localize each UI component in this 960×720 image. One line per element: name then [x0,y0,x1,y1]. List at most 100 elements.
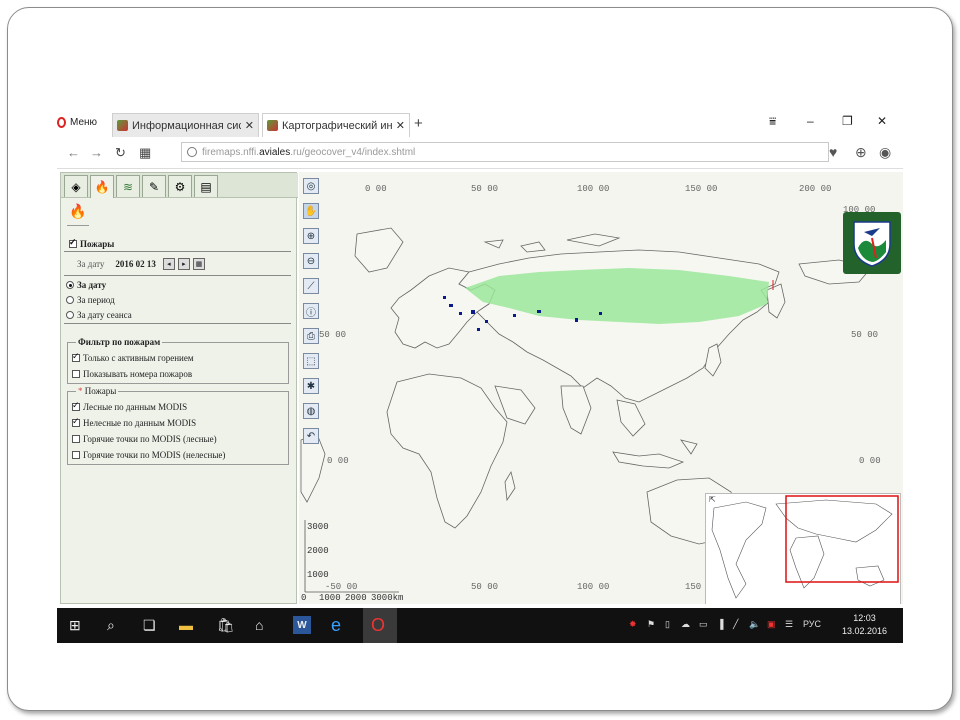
tab-settings[interactable]: ⚙ [168,175,192,197]
tab-layers[interactable]: ◈ [64,175,88,197]
lon-label: 200 00 [799,184,832,194]
volume-icon[interactable]: 🔈 [749,619,760,630]
layers-pin-icon[interactable]: ✱ [303,378,319,394]
layer-hotspots-nonforest[interactable]: Горячие точки по MODIS (нелесные) [72,450,225,460]
mode-radio[interactable] [66,296,74,304]
close-window-button[interactable]: ✕ [877,114,887,128]
tray-flag-icon[interactable]: ⚑ [647,619,655,630]
tray-cloud-icon[interactable]: ☁ [681,619,690,630]
search-icon[interactable]: ⌕ [107,616,115,634]
url-suffix: .ru/geocover_v4/index.shtml [290,146,416,158]
windows-taskbar: ⊞ ⌕ ❏ ▬ 🛍 ⌂ W e O ✸ ⚑ ▯ ☁ ▭ ▐ ╱ 🔈 ▣ ☰ РУ… [57,608,903,643]
edge-icon[interactable]: e [331,615,341,635]
overview-map[interactable]: ⇱ [705,493,901,604]
file-explorer-icon[interactable]: ▬ [179,616,193,634]
tab-strip: Меню Информационная систе ✕ Картографиче… [57,110,903,137]
filter-active-burning[interactable]: Только с активным горением [72,351,194,363]
fires-toggle[interactable]: Пожары [69,237,114,249]
new-tab-button[interactable]: + [414,115,423,132]
layer-forest-modis[interactable]: Лесные по данным MODIS [72,400,187,412]
pan-hand-icon[interactable]: ✋ [303,203,319,219]
tray-network-icon[interactable]: ▐ [717,619,723,629]
date-value[interactable]: 2016 02 13 [115,259,156,269]
minimize-button[interactable]: – [807,114,814,128]
lat-label: 50 00 [851,330,879,340]
tray-antivirus-icon[interactable]: ▣ [767,619,776,630]
layer-nonforest-modis[interactable]: Нелесные по данным MODIS [72,416,196,428]
mode-by-period[interactable]: За период [66,295,115,305]
tray-usb-icon[interactable]: ▯ [665,619,670,630]
filter-checkbox[interactable] [72,370,80,378]
language-indicator[interactable]: РУС [803,619,821,629]
tab-stack[interactable]: ≋ [116,175,140,197]
home-icon[interactable]: ⌂ [255,616,263,634]
tray-signal-icon[interactable]: ╱ [733,619,738,630]
tab-close-icon[interactable]: ✕ [245,119,254,132]
wrench-icon: ✎ [148,179,160,194]
select-area-icon[interactable]: ⬚ [303,353,319,369]
fire-icon: 🔥 [94,180,110,194]
zoom-all-icon[interactable]: ◎ [303,178,319,194]
mode-label: За период [77,295,115,305]
map-toolbar: ◎ ✋ ⊕ ⊖ ⟋ ⓘ ⎙ ⬚ ✱ ◍ ↶ [303,178,321,453]
lon-label: 50 00 [471,184,499,194]
bookmark-heart-icon[interactable]: ♥ [829,144,837,160]
tab-map-interface[interactable]: Картографический интер ✕ [262,113,410,137]
filter-checkbox[interactable] [72,351,80,362]
scale-tick: 3000km [371,593,404,603]
filter-show-numbers[interactable]: Показывать номера пожаров [72,369,192,379]
print-icon[interactable]: ⎙ [303,328,319,344]
word-icon[interactable]: W [293,616,311,634]
calendar-icon[interactable]: ▦ [192,258,205,270]
task-view-icon[interactable]: ❏ [143,616,156,634]
download-icon[interactable]: ⊕ [855,144,867,161]
opera-icon[interactable]: O [371,615,385,635]
tab-close-icon[interactable]: ✕ [396,119,405,132]
mode-radio[interactable] [66,281,74,289]
next-date-icon[interactable]: ▸ [177,258,190,270]
account-icon[interactable]: ◉ [879,144,891,161]
tab-menu-icon[interactable]: ⩸ [769,114,776,129]
map-canvas[interactable]: ◎ ✋ ⊕ ⊖ ⟋ ⓘ ⎙ ⬚ ✱ ◍ ↶ 0 00 50 00 100 00 … [299,172,903,604]
reload-icon[interactable]: ↻ [115,145,126,161]
divider [64,275,291,276]
layer-hotspots-forest[interactable]: Горячие точки по MODIS (лесные) [72,434,217,444]
tray-monitor-icon[interactable]: ▭ [699,619,708,630]
fire-filter-group: Фильтр по пожарам Только с активным горе… [67,337,289,384]
back-icon[interactable]: ← [67,145,80,160]
undo-icon[interactable]: ↶ [303,428,319,444]
mode-by-session[interactable]: За дату сеанса [66,310,132,320]
layer-checkbox[interactable] [72,451,80,459]
zoom-out-icon[interactable]: ⊖ [303,253,319,269]
info-icon[interactable]: ⓘ [303,303,319,319]
fires-checkbox[interactable] [69,237,77,248]
layer-checkbox[interactable] [72,435,80,443]
table-icon: ▤ [200,179,212,194]
tab-fires[interactable]: 🔥 [90,175,114,198]
tray-app-icon[interactable]: ✸ [629,619,637,630]
mode-by-date[interactable]: За дату [66,280,106,290]
zoom-in-icon[interactable]: ⊕ [303,228,319,244]
layer-checkbox[interactable] [72,416,80,427]
notification-icon[interactable]: ☰ [785,619,793,630]
forward-icon[interactable]: → [90,145,103,160]
globe-icon[interactable]: ◍ [303,403,319,419]
prev-date-icon[interactable]: ◂ [162,258,175,270]
tab-information-system[interactable]: Информационная систе ✕ [112,113,259,137]
maximize-button[interactable]: ❐ [842,114,853,128]
mode-radio[interactable] [66,311,74,319]
measure-ruler-icon[interactable]: ⟋ [303,278,319,294]
windows-start-icon[interactable]: ⊞ [69,616,81,634]
tab-tools[interactable]: ✎ [142,175,166,197]
mode-label: За дату [77,280,107,290]
url-field[interactable]: firemaps.nffi. aviales .ru/geocover_v4/ind… [181,142,829,162]
opera-menu-button[interactable]: Меню [57,112,97,132]
org-logo [843,212,901,274]
tab-table[interactable]: ▤ [194,175,218,197]
layer-checkbox[interactable] [72,400,80,411]
layer-label: Горячие точки по MODIS (лесные) [83,434,217,444]
speed-dial-icon[interactable]: ▦ [139,145,151,161]
clock[interactable]: 12:03 13.02.2016 [842,612,887,638]
collapse-overview-icon[interactable]: ⇱ [709,495,716,504]
store-icon[interactable]: 🛍 [217,616,235,634]
